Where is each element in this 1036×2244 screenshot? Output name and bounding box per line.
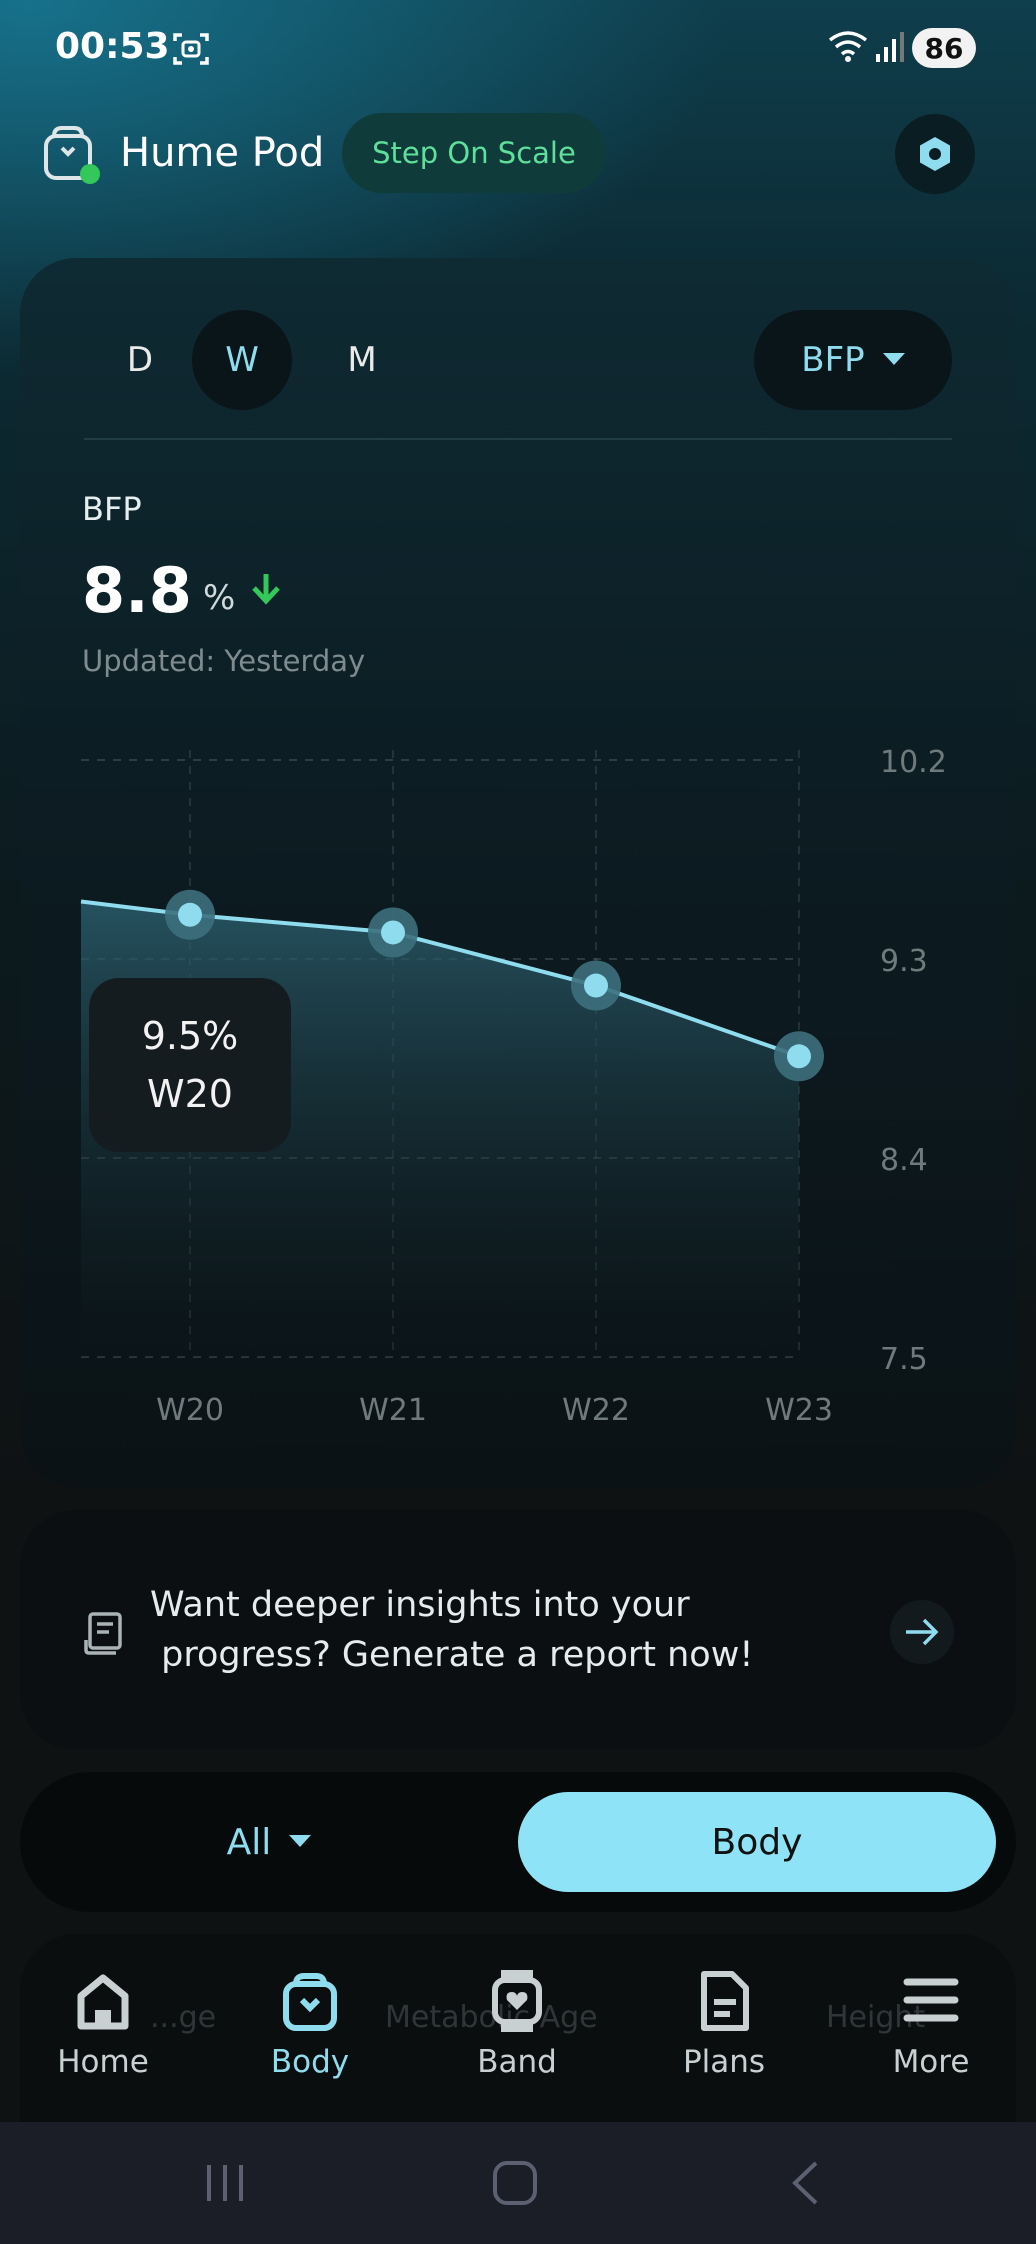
data-point (787, 1044, 811, 1069)
data-point (584, 973, 608, 998)
y-tick-label: 8.4 (880, 1143, 928, 1178)
tab-body[interactable]: Body (230, 1950, 390, 2122)
back-chevron-icon (792, 2161, 818, 2205)
plans-icon (701, 1971, 749, 2031)
y-tick-label: 9.3 (880, 944, 928, 979)
tab-more[interactable]: More (851, 1950, 1011, 2122)
y-tick-label: 10.2 (880, 745, 947, 780)
menu-icon (903, 1978, 959, 2022)
tooltip-label: W20 (147, 1072, 233, 1116)
tab-more-label: More (892, 2044, 970, 2080)
filter-all-dropdown[interactable]: All (20, 1772, 518, 1912)
battery-indicator: 86 (912, 28, 976, 68)
screenshot-icon (172, 30, 210, 72)
bottom-tab-bar: Home Body Band Plans More (0, 1950, 1036, 2122)
caret-down-icon (289, 1835, 312, 1847)
home-icon (77, 1974, 129, 2030)
system-navigation-bar (0, 2122, 1036, 2244)
data-point (381, 920, 405, 945)
tab-home[interactable]: Home (23, 1950, 183, 2122)
chart-card: D W M BFP BFP 8.8 % Updated: Yesterday 1… (20, 258, 1016, 1488)
bfp-chart: 10.2 9.3 8.4 7.5 W20 W21 W22 W23 (80, 745, 947, 1428)
wifi-icon (826, 28, 870, 68)
filter-all-label: All (226, 1821, 272, 1863)
scale-device-icon[interactable] (40, 122, 104, 186)
arrow-right-icon (906, 1618, 939, 1646)
settings-button[interactable] (895, 114, 975, 194)
settings-hex-icon (920, 137, 950, 171)
x-tick-label: W21 (359, 1393, 427, 1428)
body-icon (283, 1973, 337, 2031)
tooltip-value: 9.5% (141, 1014, 239, 1058)
x-tick-label: W23 (765, 1393, 833, 1428)
top-header: Hume Pod Step On Scale (0, 110, 1036, 200)
tab-body-label: Body (270, 2044, 350, 2080)
step-on-scale-button[interactable]: Step On Scale (342, 113, 606, 193)
report-line-1: Want deeper insights into your (150, 1585, 690, 1625)
home-nav-button[interactable] (455, 2122, 575, 2244)
data-point (178, 902, 202, 927)
filter-body-button[interactable]: Body (518, 1792, 996, 1892)
tab-plans[interactable]: Plans (644, 1950, 804, 2122)
tab-band[interactable]: Band (437, 1950, 597, 2122)
recent-apps-icon (207, 2165, 243, 2201)
status-bar: 00:53 86 (0, 0, 1036, 96)
status-time: 00:53 (55, 26, 170, 67)
x-tick-label: W20 (156, 1393, 224, 1428)
back-button[interactable] (745, 2122, 865, 2244)
recent-apps-button[interactable] (165, 2122, 285, 2244)
tab-band-label: Band (477, 2044, 557, 2080)
chart-tooltip: 9.5% W20 (89, 978, 291, 1152)
device-name: Hume Pod (120, 130, 325, 176)
home-square-icon (493, 2161, 537, 2205)
filter-segment: All Body (20, 1772, 1016, 1912)
report-line-2: progress? Generate a report now! (150, 1635, 754, 1675)
band-icon (492, 1970, 542, 2032)
report-prompt-text: Want deeper insights into your progress?… (150, 1580, 753, 1680)
report-document-icon (82, 1610, 126, 1660)
signal-icon (874, 30, 904, 68)
tab-home-label: Home (57, 2044, 149, 2080)
x-tick-label: W22 (562, 1393, 630, 1428)
generate-report-button[interactable] (890, 1600, 954, 1664)
tab-plans-label: Plans (682, 2044, 766, 2080)
report-card[interactable]: Want deeper insights into your progress?… (20, 1510, 1016, 1750)
y-tick-label: 7.5 (880, 1342, 928, 1377)
